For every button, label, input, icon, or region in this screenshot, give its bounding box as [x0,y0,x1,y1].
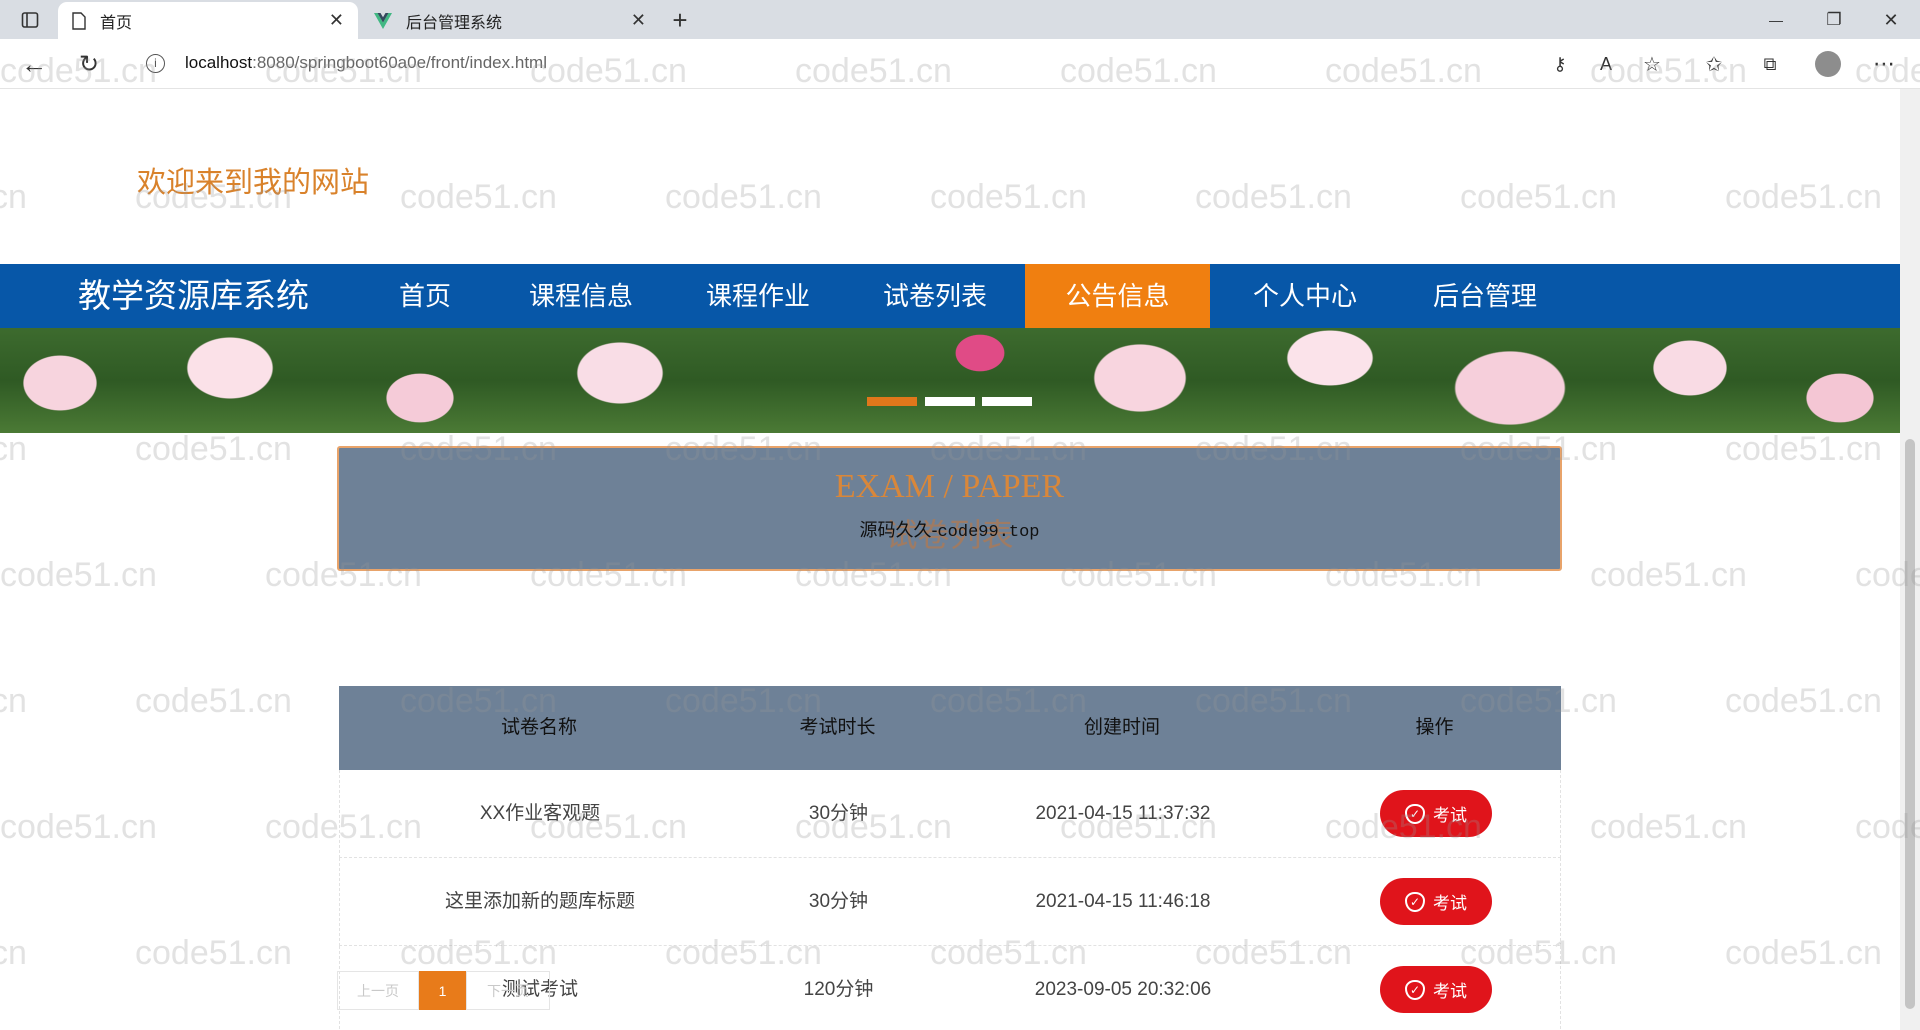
nav-item-homework[interactable]: 课程作业 [693,264,823,328]
page-content: 欢迎来到我的网站 教学资源库系统 首页 课程信息 课程作业 试卷列表 公告信息 … [0,89,1900,1030]
take-exam-button[interactable]: ✓ 考试 [1380,790,1492,837]
url-host: localhost [185,53,253,72]
column-header: 试卷名称 [500,717,577,738]
nav-item-profile[interactable]: 个人中心 [1240,264,1370,328]
collections-icon[interactable]: ⧉ [1752,46,1788,82]
carousel-dot[interactable] [925,397,975,406]
button-label: 考试 [1433,982,1467,1001]
exam-created: 2021-04-15 11:46:18 [1035,891,1211,912]
welcome-text: 欢迎来到我的网站 [137,167,370,199]
back-arrow-icon[interactable]: ← [16,46,52,82]
read-aloud-icon[interactable]: A [1588,46,1624,82]
page-scrollbar[interactable] [1900,89,1920,1030]
exam-name: 这里添加新的题库标题 [444,891,635,912]
key-icon[interactable]: ⚷ [1542,46,1578,82]
url-text[interactable]: localhost:8080/springboot60a0e/front/ind… [185,53,547,73]
exam-duration: 120分钟 [803,979,874,1000]
exam-name: XX作业客观题 [479,803,601,824]
nav-item-announcements[interactable]: 公告信息 [1025,264,1210,328]
take-exam-button[interactable]: ✓ 考试 [1380,966,1492,1013]
close-window-button[interactable]: ✕ [1873,2,1909,38]
add-favorite-icon[interactable]: ☆ [1634,46,1670,82]
exam-duration: 30分钟 [808,803,869,824]
address-bar[interactable]: i localhost:8080/springboot60a0e/front/i… [130,45,1680,83]
scrollbar-thumb[interactable] [1905,439,1915,1009]
overlay-watermark-text: 源码久久-code99.top [339,516,1560,542]
browser-tab-strip: 首页 ✕ 后台管理系统 ✕ + — ❐ ✕ [0,0,1920,39]
button-label: 考试 [1433,894,1467,913]
nav-item-admin[interactable]: 后台管理 [1420,264,1550,328]
overlay-code: code99.top [937,523,1040,542]
close-tab-icon[interactable]: ✕ [631,10,646,31]
close-tab-icon[interactable]: ✕ [329,10,344,31]
column-header: 操作 [1415,717,1454,738]
tab-title: 后台管理系统 [406,14,503,32]
site-brand[interactable]: 教学资源库系统 [78,264,309,328]
minimize-window-button[interactable]: — [1758,2,1794,38]
page-icon [72,11,86,30]
shield-check-icon: ✓ [1405,979,1425,1000]
column-header: 考试时长 [799,717,876,738]
nav-item-courses[interactable]: 课程信息 [516,264,646,328]
reload-icon[interactable]: ↻ [71,46,107,82]
take-exam-button[interactable]: ✓ 考试 [1380,878,1492,925]
browser-tab-home[interactable]: 首页 ✕ [58,2,358,39]
carousel-dot[interactable] [867,397,917,406]
exam-created: 2021-04-15 11:37:32 [1035,803,1211,824]
carousel-dot[interactable] [982,397,1032,406]
section-title-en: EXAM / PAPER [834,468,1065,505]
restore-window-button[interactable]: ❐ [1816,2,1852,38]
nav-item-home[interactable]: 首页 [380,264,470,328]
new-tab-button[interactable]: + [662,2,698,38]
vue-logo-icon [374,12,392,29]
site-info-icon[interactable]: i [146,54,165,73]
button-label: 考试 [1433,806,1467,825]
table-row: XX作业客观题 30分钟 2021-04-15 11:37:32 ✓ 考试 [339,770,1561,858]
favorites-icon[interactable]: ✩ [1696,46,1732,82]
table-header: 试卷名称 考试时长 创建时间 操作 [339,686,1561,770]
page-number-button[interactable]: 1 [419,971,466,1010]
column-header: 创建时间 [1083,717,1160,738]
banner-carousel[interactable] [0,328,1900,433]
overlay-text: 源码久久- [859,520,938,540]
nav-item-exam-list[interactable]: 试卷列表 [870,264,1000,328]
pagination: 上一页 1 下一页 [337,971,550,1010]
url-path: :8080/springboot60a0e/front/index.html [252,53,547,72]
exam-created: 2023-09-05 20:32:06 [1034,979,1212,1000]
profile-avatar[interactable] [1810,46,1846,82]
prev-page-button[interactable]: 上一页 [337,971,419,1010]
browser-tab-admin[interactable]: 后台管理系统 ✕ [360,2,660,39]
next-page-button[interactable]: 下一页 [466,971,550,1010]
tab-title: 首页 [100,14,133,32]
shield-check-icon: ✓ [1405,891,1425,912]
main-nav: 教学资源库系统 首页 课程信息 课程作业 试卷列表 公告信息 个人中心 后台管理 [0,264,1900,328]
table-row: 这里添加新的题库标题 30分钟 2021-04-15 11:46:18 ✓ 考试 [339,858,1561,946]
browser-toolbar: ← ↻ i localhost:8080/springboot60a0e/fro… [0,39,1920,89]
more-menu-icon[interactable]: ⋯ [1866,46,1902,82]
section-header: EXAM / PAPER 试卷列表 源码久久-code99.top [337,446,1562,571]
shield-check-icon: ✓ [1405,803,1425,824]
tab-actions-icon[interactable] [12,2,48,38]
exam-duration: 30分钟 [808,891,869,912]
